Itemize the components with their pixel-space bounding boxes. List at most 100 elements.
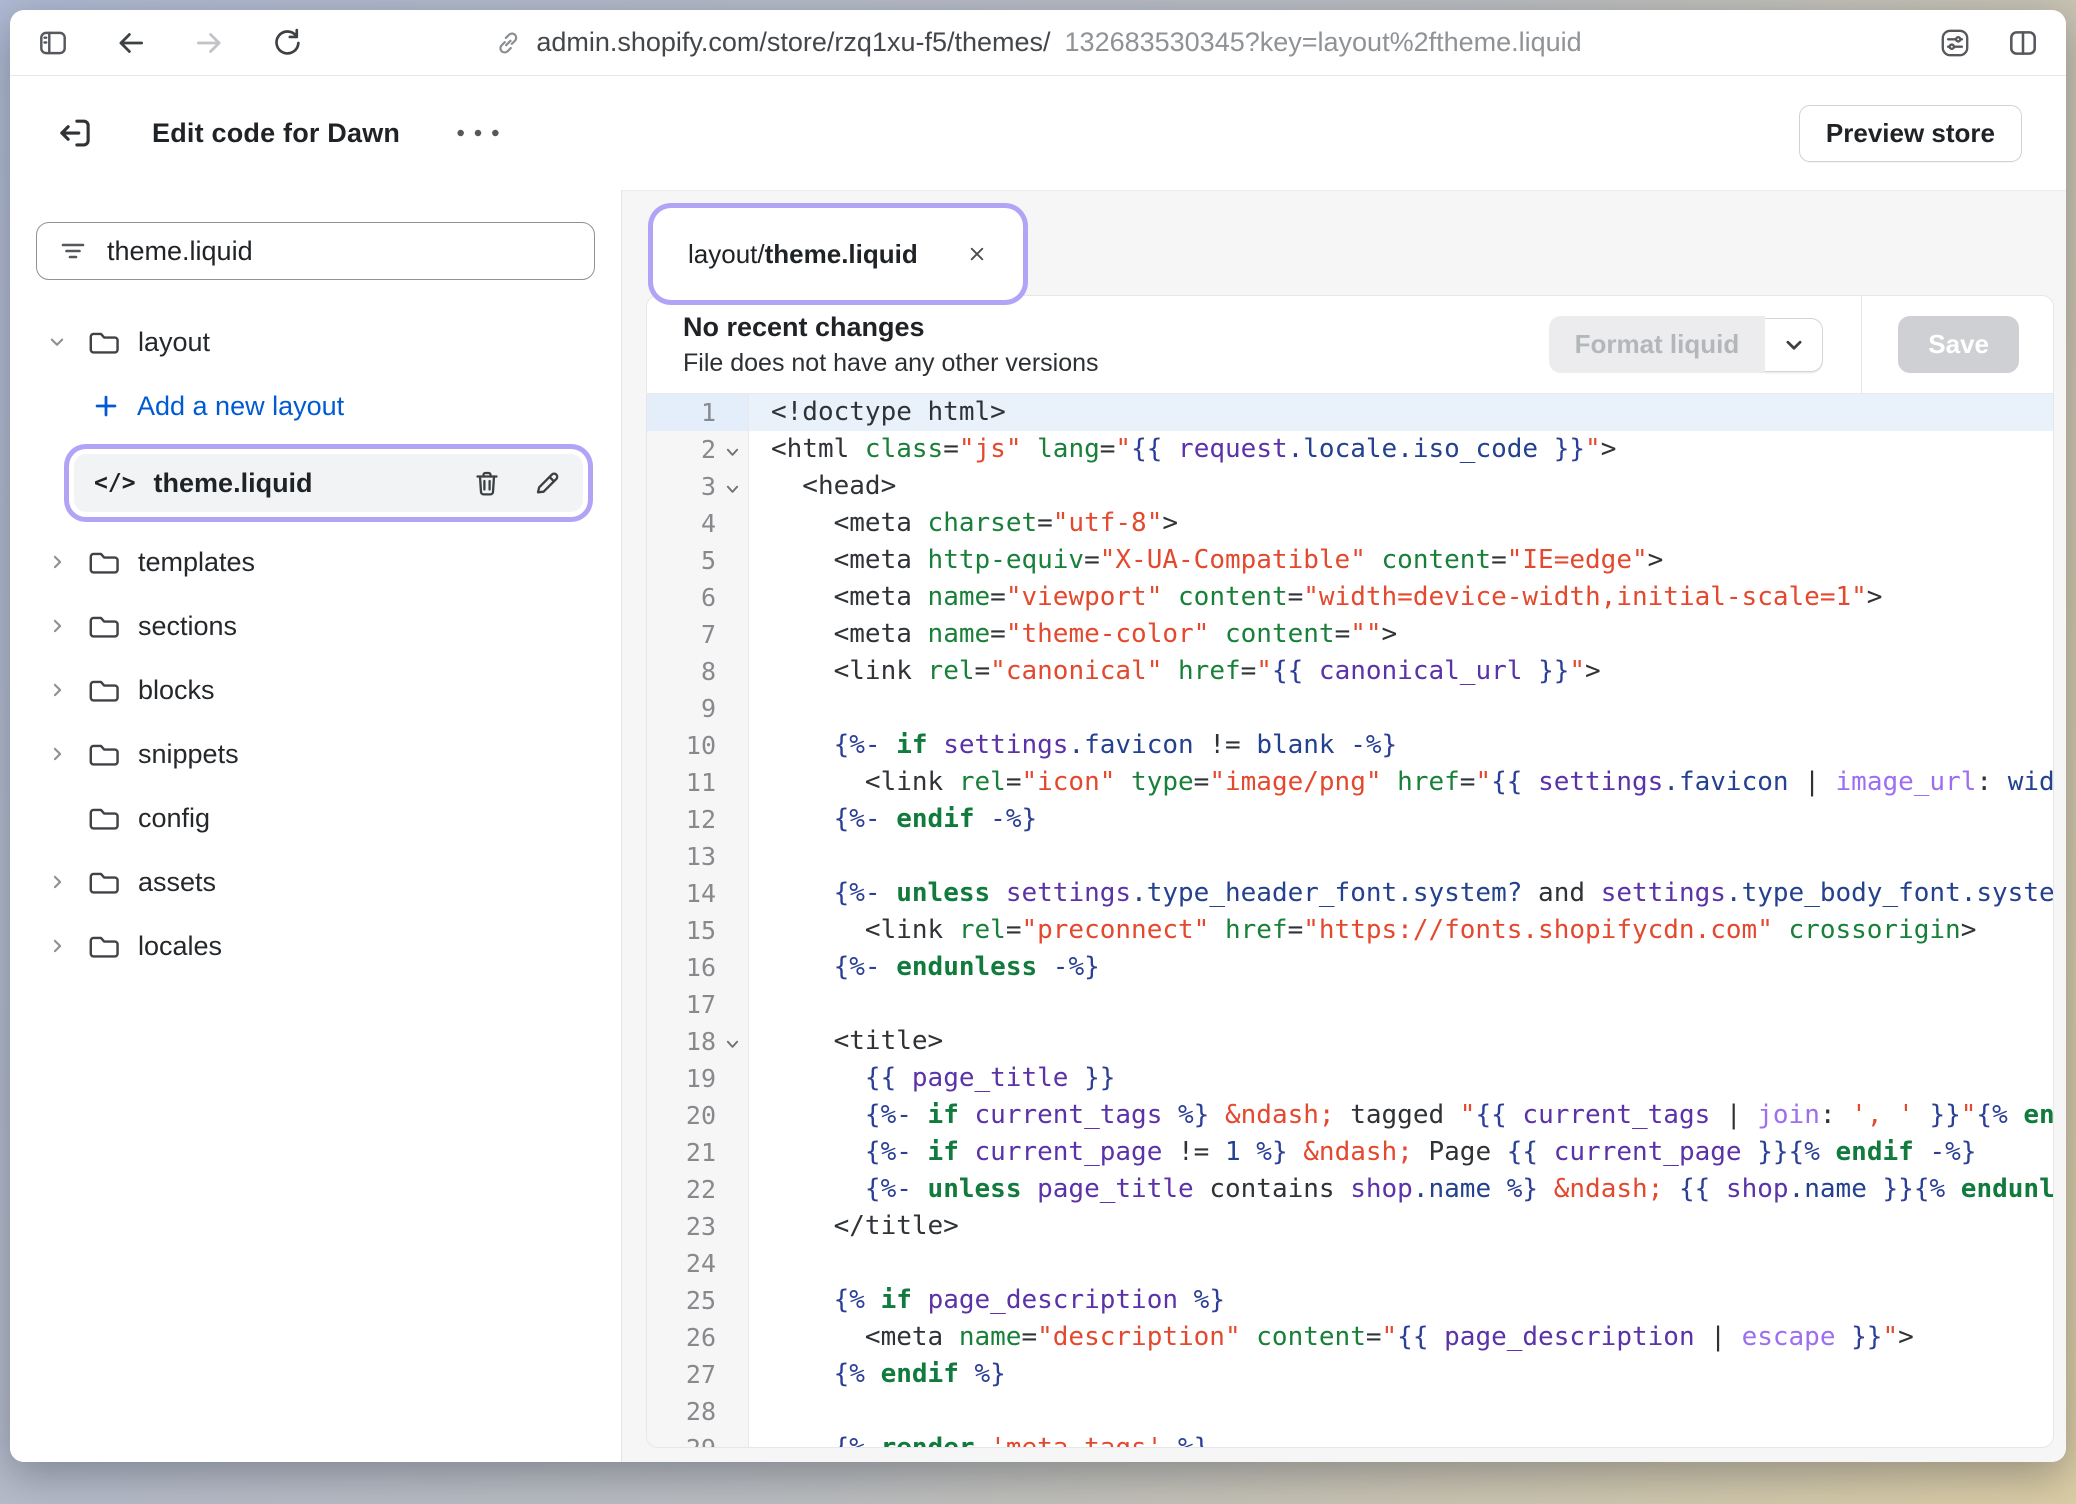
split-view-icon[interactable] (2006, 26, 2040, 60)
sidebar-item-blocks[interactable]: blocks (36, 658, 595, 722)
line-number: 16 (647, 949, 716, 986)
code-file-icon: </> (94, 470, 136, 496)
code-line-content[interactable]: <meta charset="utf-8"> (749, 505, 2053, 542)
code-line-content[interactable] (749, 838, 2053, 875)
code-line: 13 (647, 838, 2053, 875)
code-line-content[interactable]: {%- endunless -%} (749, 949, 2053, 986)
back-icon[interactable] (114, 26, 148, 60)
sidebar-item-locales[interactable]: locales (36, 914, 595, 978)
code-line-content[interactable] (749, 1245, 2053, 1282)
code-line-content[interactable]: {% endif %} (749, 1356, 2053, 1393)
code-line-content[interactable]: <meta http-equiv="X-UA-Compatible" conte… (749, 542, 2053, 579)
code-token (1663, 1174, 1679, 1204)
more-actions-icon[interactable] (452, 124, 504, 142)
file-search-input[interactable] (107, 236, 574, 267)
sidebar-toggle-icon[interactable] (36, 26, 70, 60)
gutter-cell: 20 (647, 1097, 749, 1134)
sidebar-item-snippets[interactable]: snippets (36, 722, 595, 786)
sidebar-item-theme-liquid[interactable]: </>theme.liquid (74, 454, 583, 512)
code-token (771, 730, 834, 760)
address-bar[interactable]: admin.shopify.com/store/rzq1xu-f5/themes… (494, 10, 1581, 75)
code-token: = (990, 582, 1006, 612)
code-line-content[interactable]: <link rel="preconnect" href="https://fon… (749, 912, 2053, 949)
chevron-right-icon[interactable] (46, 548, 86, 576)
code-line: 11 <link rel="icon" type="image/png" hre… (647, 764, 2053, 801)
code-line-content[interactable]: <meta name="description" content="{{ pag… (749, 1319, 2053, 1356)
rename-file-icon[interactable] (531, 467, 563, 499)
code-token: &ndash; (1303, 1137, 1413, 1167)
code-line-content[interactable]: </title> (749, 1208, 2053, 1245)
code-line-content[interactable]: {%- if settings.favicon != blank -%} (749, 727, 2053, 764)
code-line-content[interactable]: {{ page_title }} (749, 1060, 2053, 1097)
code-line-content[interactable] (749, 986, 2053, 1023)
preview-store-button[interactable]: Preview store (1799, 105, 2022, 162)
sidebar-item-config[interactable]: config (36, 786, 595, 850)
code-editor[interactable]: 1<!doctype html>2<html class="js" lang="… (647, 394, 2053, 1447)
code-line-content[interactable] (749, 1393, 2053, 1430)
sidebar-item-assets[interactable]: assets (36, 850, 595, 914)
line-number: 25 (647, 1282, 716, 1319)
action-label: Add a new layout (137, 391, 344, 422)
code-token: page_description (928, 1285, 1178, 1315)
code-line-content[interactable]: <head> (749, 468, 2053, 505)
line-number: 23 (647, 1208, 716, 1245)
code-token: <meta (771, 1322, 959, 1352)
exit-icon[interactable] (54, 112, 96, 154)
fold-toggle-icon[interactable] (716, 439, 748, 460)
gutter-cell: 19 (647, 1060, 749, 1097)
code-token: " (1585, 434, 1601, 464)
code-token: | (1695, 1322, 1742, 1352)
format-options-chevron[interactable] (1765, 318, 1823, 372)
code-token: = (1335, 619, 1351, 649)
code-token: %} (1162, 1433, 1209, 1447)
chevron-right-icon[interactable] (46, 612, 86, 640)
code-line-content[interactable]: <title> (749, 1023, 2053, 1060)
code-line-content[interactable]: {% if page_description %} (749, 1282, 2053, 1319)
fold-toggle-icon[interactable] (716, 476, 748, 497)
code-line-content[interactable]: <link rel="icon" type="image/png" href="… (749, 764, 2053, 801)
code-line-content[interactable]: {%- endif -%} (749, 801, 2053, 838)
code-token: if (928, 1100, 959, 1130)
code-line-content[interactable] (749, 690, 2053, 727)
code-token: "js" (959, 434, 1022, 464)
code-line-content[interactable]: <meta name="viewport" content="width=dev… (749, 579, 2053, 616)
code-token: > (1162, 508, 1178, 538)
page-settings-icon[interactable] (1938, 26, 1972, 60)
code-token: href (1397, 767, 1460, 797)
code-line-content[interactable]: <!doctype html> (749, 394, 2053, 431)
reload-icon[interactable] (270, 26, 304, 60)
code-line-content[interactable]: <link rel="canonical" href="{{ canonical… (749, 653, 2053, 690)
code-token: = (1366, 1322, 1382, 1352)
chevron-right-icon[interactable] (46, 932, 86, 960)
chevron-right-icon[interactable] (46, 868, 86, 896)
delete-file-icon[interactable] (471, 467, 503, 499)
chevron-right-icon[interactable] (46, 676, 86, 704)
code-line-content[interactable]: {%- unless page_title contains shop.name… (749, 1171, 2053, 1208)
format-liquid-button[interactable]: Format liquid (1549, 316, 1766, 373)
code-token: settings (943, 730, 1068, 760)
sidebar-item-sections[interactable]: sections (36, 594, 595, 658)
chevron-right-icon[interactable] (46, 740, 86, 768)
fold-toggle-icon[interactable] (716, 1031, 748, 1052)
code-token: = (1491, 545, 1507, 575)
sidebar-item-templates[interactable]: templates (36, 530, 595, 594)
code-token: " (1256, 656, 1272, 686)
code-token: = (975, 656, 991, 686)
app-header: Edit code for Dawn Preview store (10, 76, 2066, 190)
code-line-content[interactable]: {%- if current_tags %} &ndash; tagged "{… (749, 1097, 2053, 1134)
code-line-content[interactable]: {% render 'meta-tags' %} (749, 1430, 2053, 1447)
code-token (959, 1137, 975, 1167)
code-line-content[interactable]: <meta name="theme-color" content=""> (749, 616, 2053, 653)
editor-tabbar: layout/theme.liquid (622, 191, 2066, 295)
code-line-content[interactable]: <html class="js" lang="{{ request.locale… (749, 431, 2053, 468)
code-line-content[interactable]: {%- if current_page != 1 %} &ndash; Page… (749, 1134, 2053, 1171)
save-button[interactable]: Save (1898, 316, 2019, 373)
chevron-down-icon[interactable] (46, 328, 86, 356)
add-new-layout-action[interactable]: Add a new layout (36, 374, 595, 438)
sidebar-item-layout[interactable]: layout (36, 310, 595, 374)
tab-theme-liquid[interactable]: layout/theme.liquid (658, 213, 1018, 295)
file-search-box[interactable] (36, 222, 595, 280)
close-tab-icon[interactable] (962, 239, 992, 269)
code-token: endif (1836, 1137, 1914, 1167)
code-line-content[interactable]: {%- unless settings.type_header_font.sys… (749, 875, 2053, 912)
